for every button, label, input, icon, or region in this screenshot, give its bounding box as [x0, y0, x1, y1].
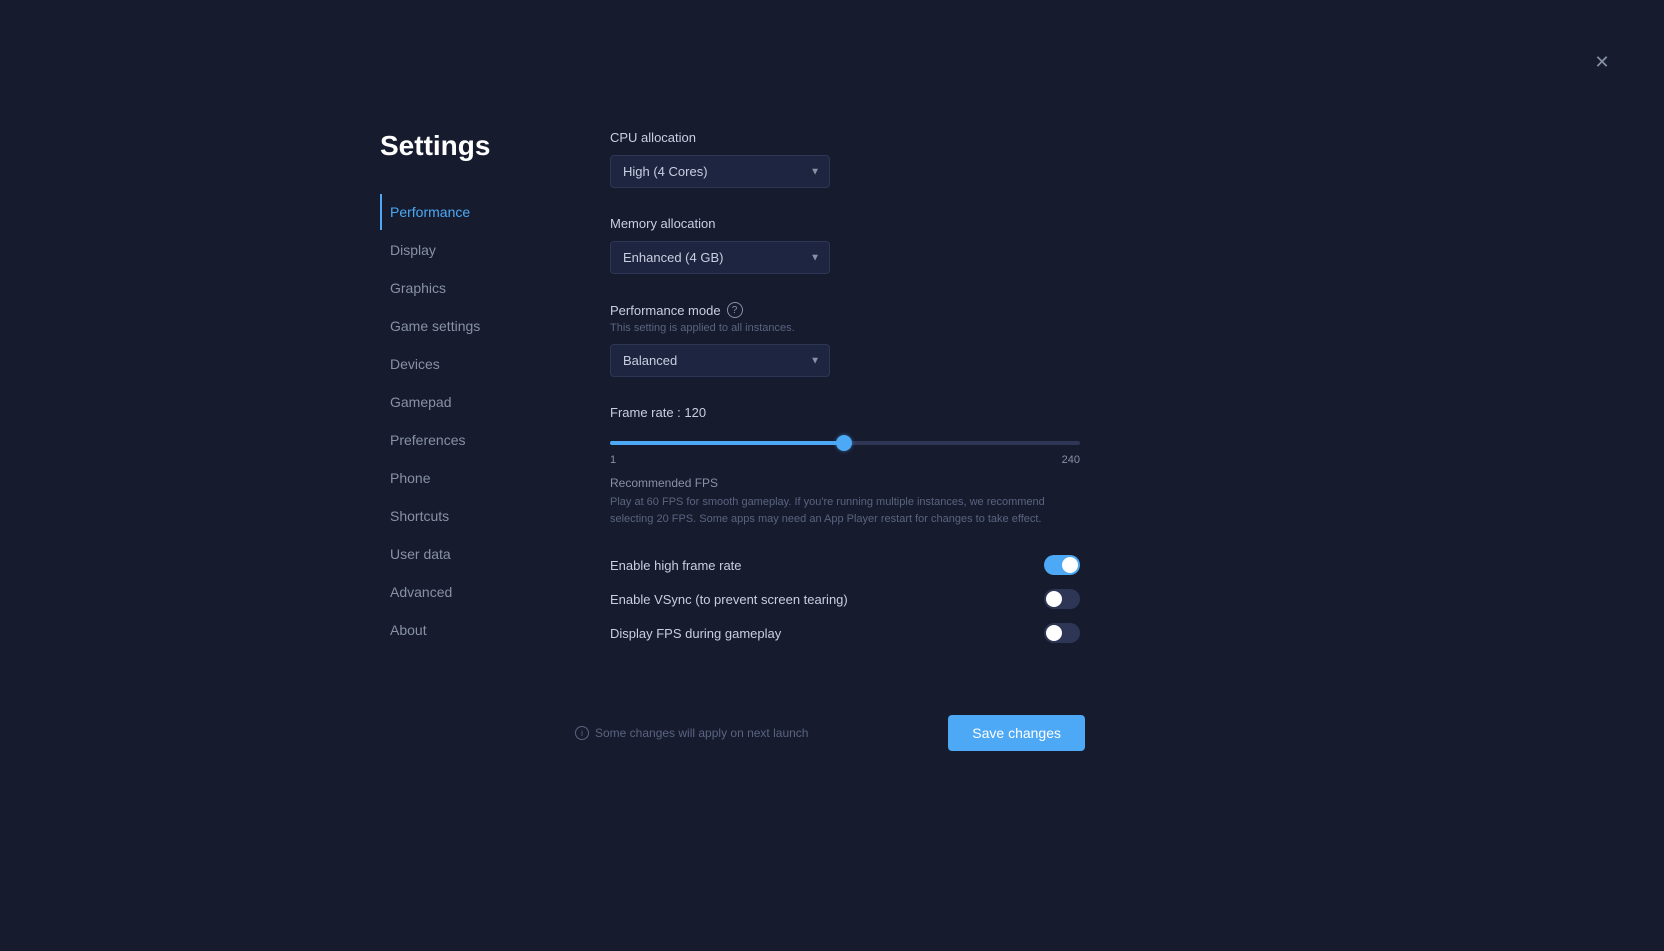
- cpu-allocation-label: CPU allocation: [610, 130, 1080, 145]
- frame-rate-section: Frame rate : 120 1 240 Recommended FPS P…: [610, 405, 1080, 527]
- sidebar-item-phone[interactable]: Phone: [380, 460, 550, 496]
- sidebar-item-graphics[interactable]: Graphics: [380, 270, 550, 306]
- memory-allocation-select-wrapper: Low (1 GB)Standard (2 GB)Enhanced (4 GB)…: [610, 241, 830, 274]
- toggle-label-vsync: Enable VSync (to prevent screen tearing): [610, 592, 848, 607]
- performance-mode-select-wrapper: Power savingBalancedHigh performance ▼: [610, 344, 830, 377]
- sidebar-item-shortcuts[interactable]: Shortcuts: [380, 498, 550, 534]
- performance-mode-select[interactable]: Power savingBalancedHigh performance: [610, 344, 830, 377]
- page-title: Settings: [380, 130, 550, 162]
- sidebar-item-devices[interactable]: Devices: [380, 346, 550, 382]
- memory-allocation-select[interactable]: Low (1 GB)Standard (2 GB)Enhanced (4 GB)…: [610, 241, 830, 274]
- performance-mode-subtitle: This setting is applied to all instances…: [610, 322, 1080, 334]
- frame-rate-max-label: 240: [1062, 454, 1080, 466]
- save-changes-button[interactable]: Save changes: [948, 715, 1085, 751]
- performance-mode-help-icon[interactable]: ?: [727, 302, 743, 318]
- toggle-knob-high-frame-rate: [1062, 557, 1078, 573]
- recommended-fps-text: Play at 60 FPS for smooth gameplay. If y…: [610, 494, 1080, 527]
- memory-allocation-label: Memory allocation: [610, 216, 1080, 231]
- toggle-label-display-fps: Display FPS during gameplay: [610, 626, 781, 641]
- recommended-fps-title: Recommended FPS: [610, 476, 1080, 490]
- sidebar-item-advanced[interactable]: Advanced: [380, 574, 550, 610]
- recommended-fps-section: Recommended FPS Play at 60 FPS for smoot…: [610, 476, 1080, 527]
- toggle-knob-display-fps: [1046, 625, 1062, 641]
- toggle-row-display-fps: Display FPS during gameplay: [610, 623, 1080, 643]
- footer-notice-text: Some changes will apply on next launch: [595, 726, 808, 740]
- toggle-high-frame-rate[interactable]: [1044, 555, 1080, 575]
- sidebar-item-gamepad[interactable]: Gamepad: [380, 384, 550, 420]
- cpu-allocation-section: CPU allocation Low (1 Core)Medium (2 Cor…: [610, 130, 1080, 188]
- toggles-section: Enable high frame rate Enable VSync (to p…: [610, 555, 1080, 643]
- frame-rate-label: Frame rate : 120: [610, 405, 1080, 420]
- close-button[interactable]: ✕: [1592, 52, 1612, 72]
- footer-notice-icon: i: [575, 726, 589, 740]
- performance-mode-label: Performance mode: [610, 303, 721, 318]
- toggle-display-fps[interactable]: [1044, 623, 1080, 643]
- sidebar-item-about[interactable]: About: [380, 612, 550, 648]
- sidebar-item-preferences[interactable]: Preferences: [380, 422, 550, 458]
- frame-rate-min-label: 1: [610, 454, 616, 466]
- toggle-row-vsync: Enable VSync (to prevent screen tearing): [610, 589, 1080, 609]
- memory-allocation-section: Memory allocation Low (1 GB)Standard (2 …: [610, 216, 1080, 274]
- sidebar-item-game-settings[interactable]: Game settings: [380, 308, 550, 344]
- toggle-knob-vsync: [1046, 591, 1062, 607]
- footer-notice: i Some changes will apply on next launch: [575, 726, 808, 740]
- sidebar: Settings PerformanceDisplayGraphicsGame …: [380, 130, 550, 657]
- frame-rate-slider[interactable]: [610, 441, 1080, 445]
- sidebar-item-performance[interactable]: Performance: [380, 194, 550, 230]
- toggle-label-high-frame-rate: Enable high frame rate: [610, 558, 742, 573]
- footer: i Some changes will apply on next launch…: [575, 715, 1085, 751]
- sidebar-item-user-data[interactable]: User data: [380, 536, 550, 572]
- sidebar-item-display[interactable]: Display: [380, 232, 550, 268]
- performance-mode-section: Performance mode ? This setting is appli…: [610, 302, 1080, 377]
- toggle-vsync[interactable]: [1044, 589, 1080, 609]
- main-content: CPU allocation Low (1 Core)Medium (2 Cor…: [610, 130, 1080, 657]
- sidebar-nav: PerformanceDisplayGraphicsGame settingsD…: [380, 194, 550, 648]
- cpu-allocation-select-wrapper: Low (1 Core)Medium (2 Cores)High (4 Core…: [610, 155, 830, 188]
- cpu-allocation-select[interactable]: Low (1 Core)Medium (2 Cores)High (4 Core…: [610, 155, 830, 188]
- toggle-row-high-frame-rate: Enable high frame rate: [610, 555, 1080, 575]
